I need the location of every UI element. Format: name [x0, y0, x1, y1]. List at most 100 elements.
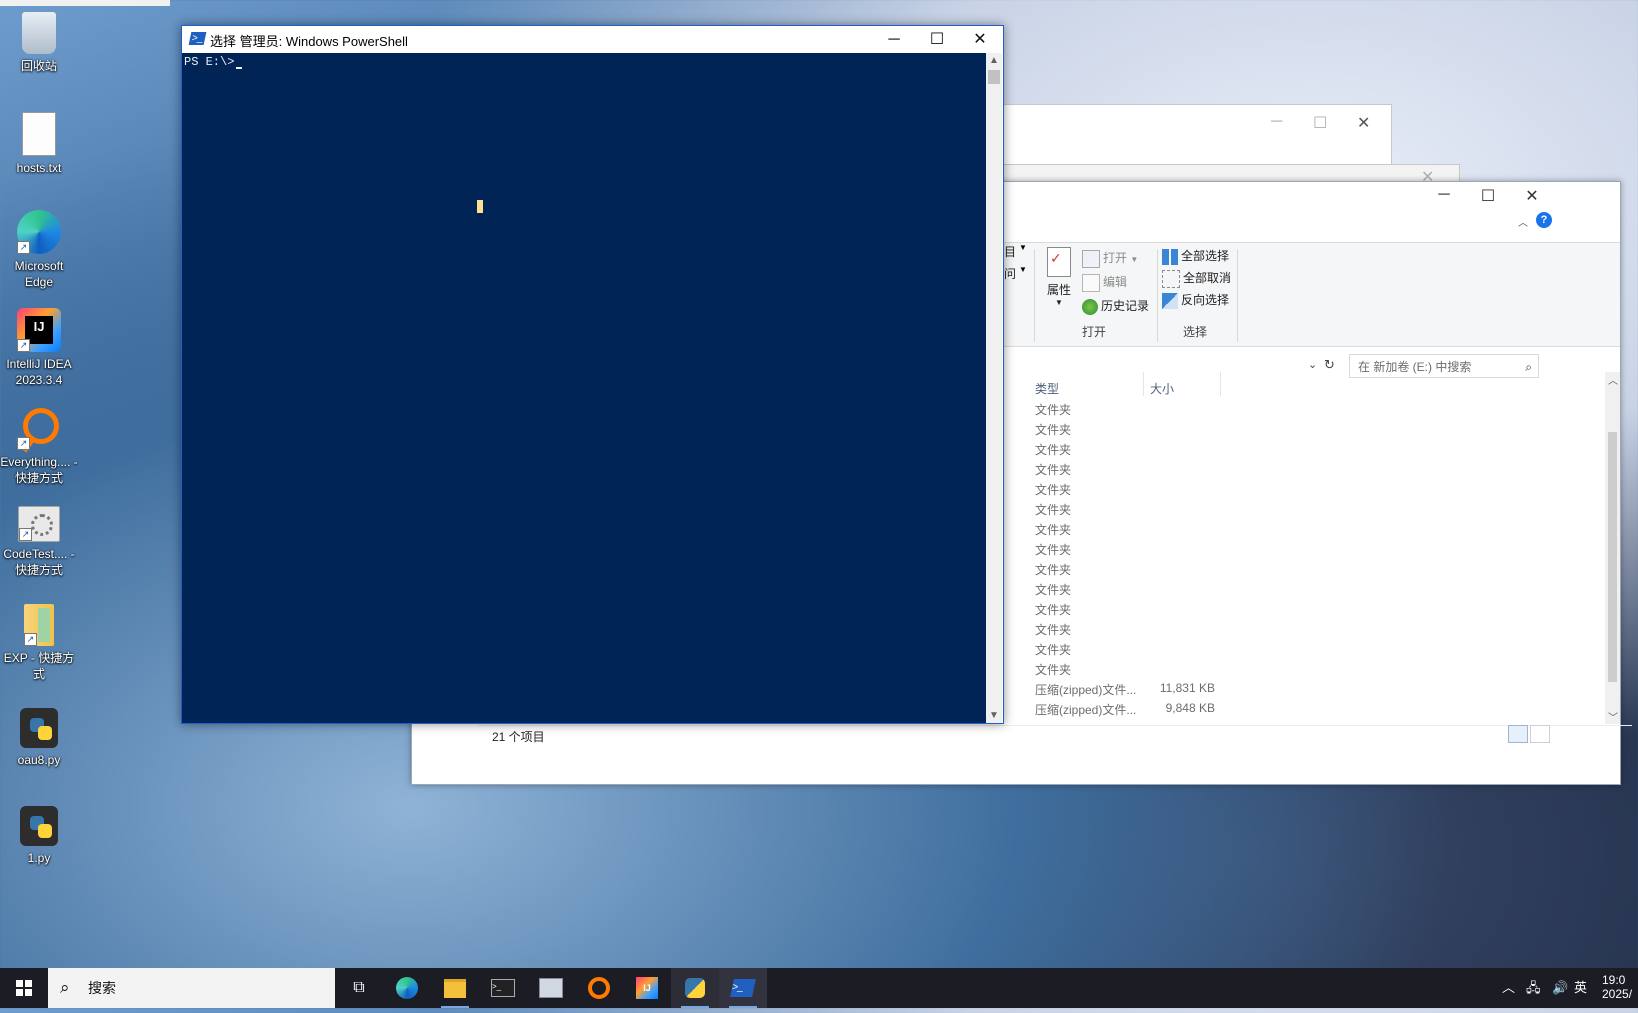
table-row[interactable]: 文件夹 [1035, 461, 1071, 478]
edit-button[interactable]: 编辑 [1082, 273, 1127, 292]
table-row[interactable]: 文件夹 [1035, 661, 1071, 678]
windows-logo-icon [16, 980, 32, 996]
desktop-icon-everything[interactable]: ↗ Everything.... - 快捷方式 [0, 406, 78, 486]
ribbon-separator [1157, 249, 1158, 342]
table-row[interactable]: 文件夹 [1035, 421, 1071, 438]
table-row[interactable]: 文件夹 [1035, 521, 1071, 538]
select-none-button[interactable]: 全部取消 [1162, 269, 1231, 288]
console-area[interactable]: PS E:\> [182, 53, 986, 723]
taskbar-search[interactable]: ⌕ 搜索 [48, 968, 335, 1008]
desktop-icon-recycle-bin[interactable]: 回收站 [0, 12, 78, 74]
powershell-icon[interactable]: >_ [719, 968, 767, 1008]
close-icon[interactable]: ✕ [1357, 113, 1370, 133]
python-icon[interactable] [671, 968, 719, 1008]
ime-indicator[interactable]: 英 [1574, 968, 1587, 1008]
remote-desktop-icon[interactable] [527, 968, 575, 1008]
background-window[interactable]: ─ ☐ ✕ [1000, 104, 1392, 166]
table-row[interactable]: 文件夹 [1035, 441, 1071, 458]
refresh-icon[interactable]: ↻ [1324, 357, 1335, 373]
table-row[interactable]: 文件夹 [1035, 481, 1071, 498]
open-button[interactable]: 打开 ▼ [1082, 249, 1138, 268]
column-divider[interactable] [1143, 372, 1144, 396]
invert-selection-button[interactable]: 反向选择 [1162, 291, 1229, 309]
details-view-button[interactable] [1508, 725, 1528, 743]
table-row[interactable]: 文件夹 [1035, 601, 1071, 618]
scroll-thumb[interactable] [1608, 432, 1617, 682]
table-row[interactable]: 文件夹 [1035, 501, 1071, 518]
desktop-icon-edge[interactable]: ↗ Microsoft Edge [0, 210, 78, 290]
column-header-type[interactable]: 类型 [1035, 380, 1059, 397]
desktop-icon-label: oau8.py [17, 753, 61, 767]
desktop-icon-hosts[interactable]: hosts.txt [0, 112, 78, 176]
column-header-size[interactable]: 大小 [1150, 380, 1174, 397]
address-dropdown-icon[interactable]: ⌄ [1308, 358, 1317, 371]
scroll-up-icon[interactable]: ▲ [989, 55, 999, 66]
settings-shortcut-icon: ↗ [18, 506, 60, 542]
help-icon[interactable]: ? [1536, 212, 1552, 228]
collapse-ribbon-icon[interactable]: ︿ [1518, 214, 1528, 229]
minimize-button[interactable]: ─ [1421, 186, 1467, 208]
desktop-icon-exp[interactable]: ↗ EXP - 快捷方式 [0, 604, 78, 682]
file-type: 文件夹 [1035, 443, 1072, 457]
console-scrollbar[interactable]: ▲ ▼ [986, 53, 1002, 723]
everything-icon[interactable] [575, 968, 623, 1008]
table-row[interactable]: 压缩(zipped)文件... 11,831 KB [1035, 681, 1215, 698]
column-divider[interactable] [1220, 372, 1221, 396]
python-file-icon [20, 806, 58, 846]
desktop-icon-1py[interactable]: 1.py [0, 806, 78, 866]
explorer-scrollbar[interactable]: ︿ ﹀ [1605, 372, 1620, 724]
dropdown-arrow-icon: ▼ [1130, 255, 1139, 264]
scroll-up-icon[interactable]: ︿ [1608, 372, 1618, 387]
show-hidden-icons[interactable]: ︿ [1502, 968, 1515, 1008]
desktop-icon-label: 回收站 [20, 59, 57, 73]
file-type: 文件夹 [1035, 643, 1072, 657]
table-row[interactable]: 文件夹 [1035, 581, 1071, 598]
table-row[interactable]: 文件夹 [1035, 541, 1071, 558]
intellij-icon[interactable]: IJ [623, 968, 671, 1008]
close-button[interactable]: ✕ [1509, 186, 1555, 208]
task-view-icon[interactable]: ⧉ [335, 968, 383, 1008]
terminal-icon[interactable]: >_ [479, 968, 527, 1008]
file-type: 压缩(zipped)文件... [1035, 683, 1137, 697]
file-explorer-icon[interactable] [431, 968, 479, 1008]
scroll-down-icon[interactable]: ▼ [989, 710, 999, 721]
minimize-button[interactable]: ─ [872, 28, 916, 52]
start-button[interactable] [0, 968, 48, 1008]
table-row[interactable]: 压缩(zipped)文件... 9,848 KB [1035, 701, 1215, 718]
file-type: 文件夹 [1035, 423, 1072, 437]
edge-icon[interactable] [383, 968, 431, 1008]
ribbon-partial-item[interactable]: 目 [1004, 243, 1016, 260]
volume-icon[interactable]: 🔊 [1552, 968, 1568, 1008]
close-button[interactable]: ✕ [958, 28, 1002, 52]
scroll-down-icon[interactable]: ﹀ [1608, 709, 1618, 724]
everything-icon: ↗ [17, 406, 61, 453]
maximize-button[interactable]: ☐ [915, 28, 959, 52]
scroll-thumb[interactable] [988, 70, 1000, 84]
history-button[interactable]: 历史记录 [1082, 297, 1149, 315]
large-icons-view-button[interactable] [1530, 725, 1550, 743]
table-row[interactable]: 文件夹 [1035, 401, 1071, 418]
minimize-icon[interactable]: ─ [1271, 113, 1282, 131]
maximize-icon[interactable]: ☐ [1313, 113, 1327, 133]
file-type: 文件夹 [1035, 483, 1072, 497]
desktop-icon-codetest[interactable]: ↗ CodeTest.... - 快捷方式 [0, 506, 78, 578]
table-row[interactable]: 文件夹 [1035, 621, 1071, 638]
date: 2025/ [1602, 987, 1633, 1001]
clock[interactable]: 19:0 2025/ [1602, 968, 1632, 1013]
properties-button[interactable]: ✓ 属性 ▼ [1044, 247, 1074, 307]
table-row[interactable]: 文件夹 [1035, 641, 1071, 658]
dropdown-arrow-icon: ▼ [1019, 243, 1027, 252]
recycle-bin-icon [22, 12, 56, 54]
dropdown-arrow-icon: ▼ [1055, 298, 1063, 307]
ribbon-partial-item[interactable]: 问 [1004, 265, 1016, 282]
maximize-button[interactable]: ☐ [1465, 186, 1511, 208]
search-input[interactable]: 在 新加卷 (E:) 中搜索 ⌕ [1349, 354, 1539, 378]
table-row[interactable]: 文件夹 [1035, 561, 1071, 578]
desktop-icon-oau8[interactable]: oau8.py [0, 708, 78, 768]
select-all-button[interactable]: 全部选择 [1162, 247, 1229, 265]
file-type: 文件夹 [1035, 523, 1072, 537]
powershell-titlebar[interactable]: >_ 选择 管理员: Windows PowerShell ─ ☐ ✕ [182, 26, 1003, 53]
network-icon[interactable]: 🖧 [1526, 968, 1541, 1008]
desktop-icon-intellij[interactable]: IJ ↗ IntelliJ IDEA 2023.3.4 [0, 308, 78, 388]
powershell-window[interactable]: >_ 选择 管理员: Windows PowerShell ─ ☐ ✕ PS E… [181, 25, 1004, 724]
